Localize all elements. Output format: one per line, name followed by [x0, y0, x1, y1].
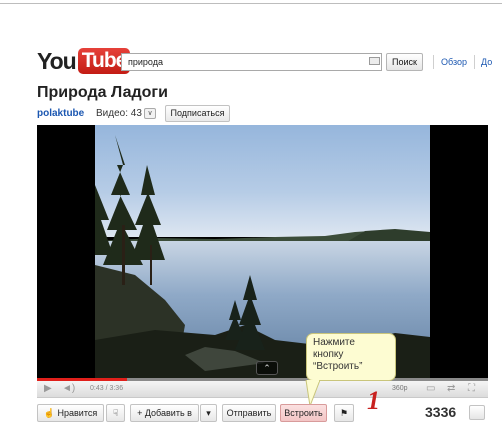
chevron-down-icon: ▾ [206, 408, 211, 418]
thumbs-up-icon: ☝ [43, 408, 55, 418]
callout-pointer [305, 380, 321, 406]
add-to-label: Добавить в [144, 408, 192, 418]
subscribe-button[interactable]: Подписаться [165, 105, 230, 122]
resize-icon[interactable]: ⇄ [447, 383, 455, 395]
callout-line: “Встроить” [313, 361, 363, 372]
dislike-button[interactable]: ☟ [106, 404, 125, 422]
callout-line: кнопку [313, 349, 344, 360]
share-button[interactable]: Отправить [222, 404, 276, 422]
add-to-dropdown[interactable]: ▾ [200, 404, 217, 422]
like-button[interactable]: ☝ Нравится [37, 404, 104, 422]
video-player[interactable] [37, 125, 488, 381]
expand-controls-icon[interactable]: ⌃ [256, 361, 278, 375]
keyboard-icon[interactable] [369, 57, 380, 65]
video-title: Природа Ладоги [37, 84, 168, 101]
top-divider [0, 3, 502, 4]
logo-you-text: You [37, 48, 77, 74]
nav-separator [433, 55, 434, 69]
callout-line: Нажмите [313, 337, 355, 348]
time-display: 0:43 / 3:36 [90, 385, 124, 392]
popout-icon[interactable]: ▭ [426, 383, 435, 395]
embed-button[interactable]: Встроить [280, 404, 327, 422]
stats-icon[interactable] [469, 405, 485, 420]
nav-separator [474, 55, 475, 69]
instruction-callout: Нажмите кнопку “Встроить” [306, 333, 396, 381]
fullscreen-icon[interactable]: ⛶ [468, 383, 475, 395]
view-count: 3336 [425, 404, 457, 420]
step-number: 1 [367, 386, 380, 415]
youtube-logo[interactable]: You Tube [37, 48, 131, 74]
channel-video-count: Видео: 43 [96, 108, 142, 119]
search-input[interactable]: природа [121, 53, 382, 71]
chevron-down-icon[interactable]: ∨ [144, 108, 156, 119]
flag-icon: ⚑ [339, 408, 349, 418]
channel-link[interactable]: polaktube [37, 108, 84, 119]
nav-link-browse[interactable]: Обзор [441, 57, 467, 67]
volume-icon[interactable]: ◄) [62, 383, 75, 395]
like-label: Нравится [57, 408, 98, 418]
quality-selector[interactable]: 360p [392, 385, 408, 392]
add-to-button[interactable]: + Добавить в [130, 404, 199, 422]
thumbs-down-icon: ☟ [112, 408, 119, 418]
search-button[interactable]: Поиск [386, 53, 423, 71]
play-icon[interactable]: ▶ [44, 383, 52, 395]
plus-icon: + [137, 408, 143, 418]
flag-button[interactable]: ⚑ [334, 404, 354, 422]
nav-link-more[interactable]: До [481, 57, 492, 67]
